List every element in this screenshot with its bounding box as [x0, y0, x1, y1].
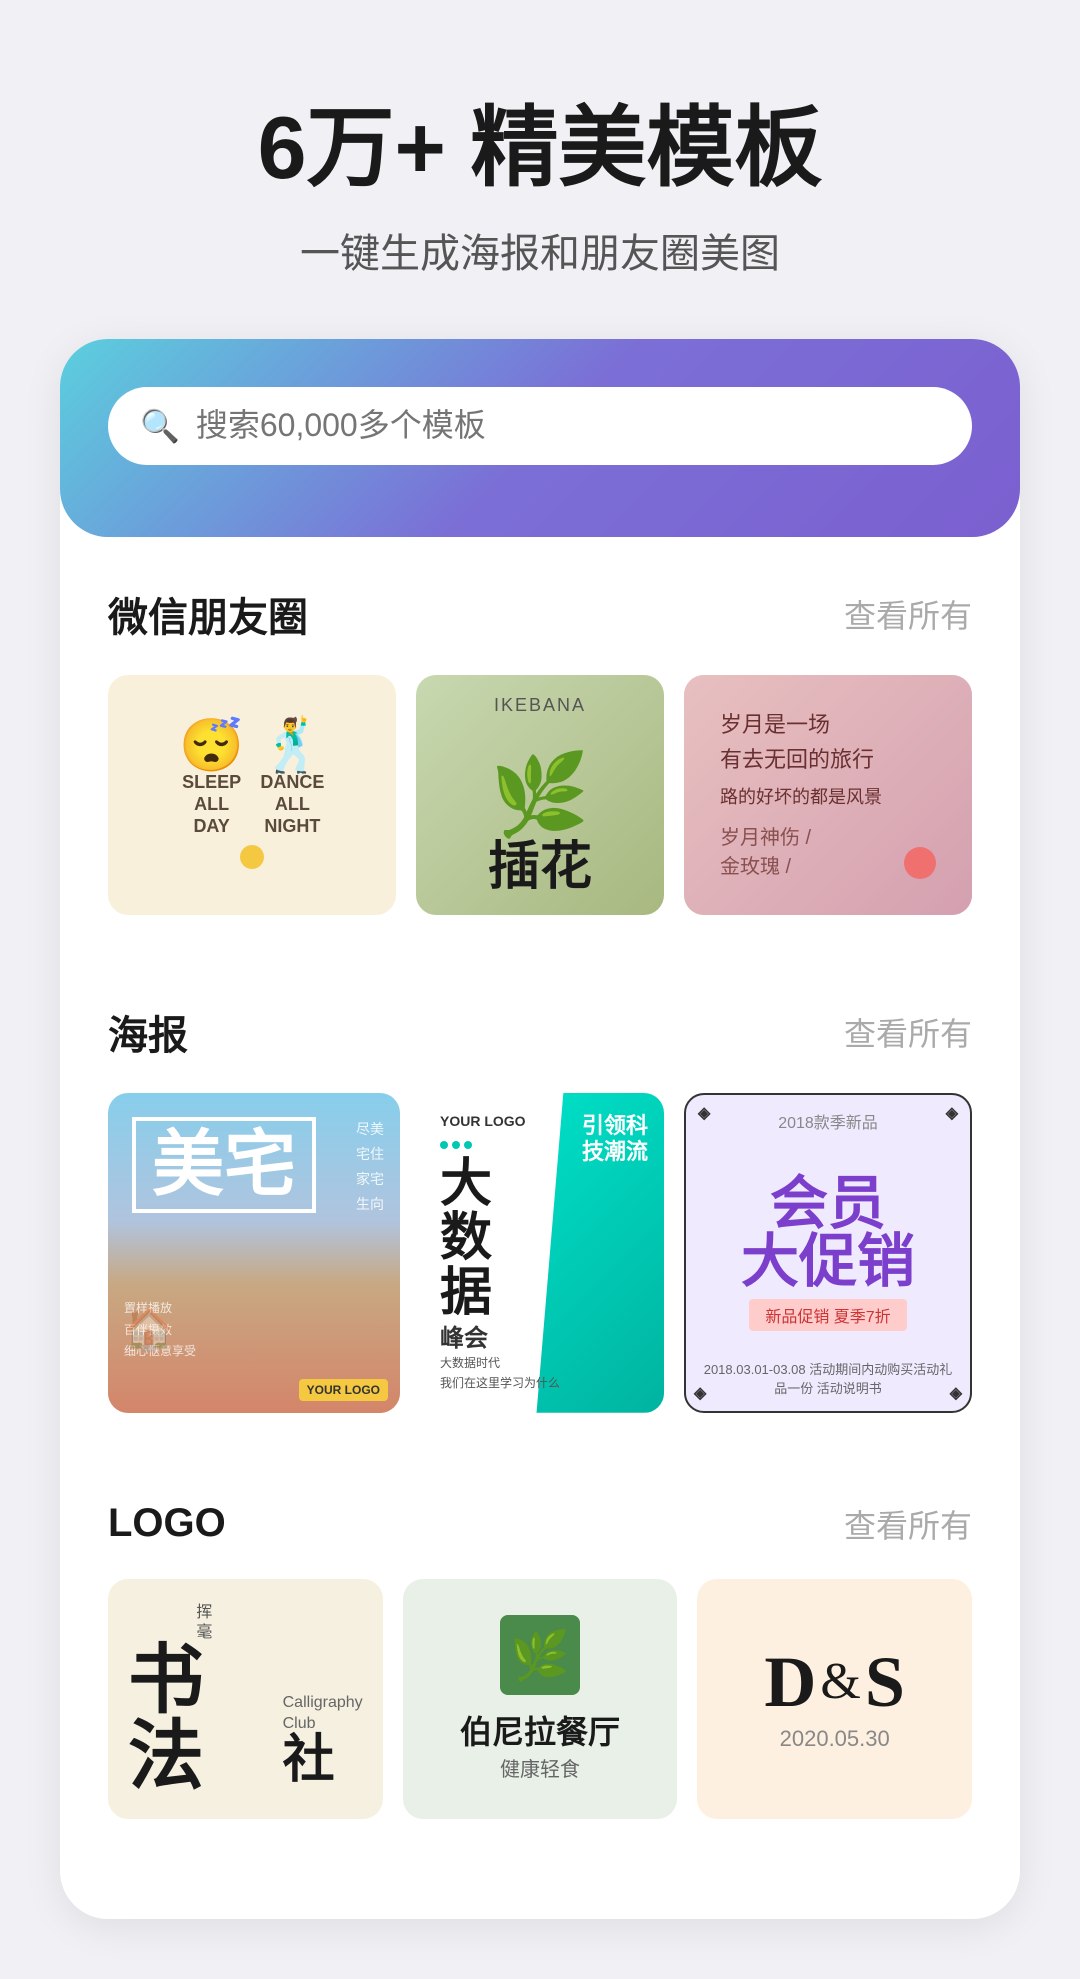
header-section: 6万+ 精美模板 一键生成海报和朋友圈美图: [0, 0, 1080, 339]
monogram-letter2: S: [865, 1646, 905, 1718]
logo-cards-row: 挥毫 书法 Calligraphy Club 社 🌿 伯尼拉餐厅: [108, 1579, 972, 1819]
poem-tag: 岁月神伤 / 金玫瑰 /: [720, 821, 811, 879]
poster-card-meizhai[interactable]: 美宅 尽美宅住家宅生向 置样播放 百伴摄效 细心惬意享受 YOUR LOGO 🏠: [108, 1093, 400, 1413]
wechat-cards-row: 😴 SLEEPALLDAY 🕺 DANCEALLNIGHT IKEBANA 🌿 …: [108, 675, 972, 915]
logo-section-header: LOGO 查看所有: [108, 1501, 972, 1547]
poster-2-title: 大数据: [440, 1157, 644, 1321]
logo-card-calligraphy[interactable]: 挥毫 书法 Calligraphy Club 社: [108, 1579, 383, 1819]
search-input[interactable]: [196, 407, 940, 444]
logo-card-ds[interactable]: D & S 2020.05.30: [697, 1579, 972, 1819]
poster-section-header: 海报 查看所有: [108, 1003, 972, 1061]
poster-3-title: 会员 大促销: [741, 1175, 915, 1291]
search-bar[interactable]: 🔍: [108, 387, 972, 465]
calligraphy-cn-side: 挥毫: [189, 1603, 213, 1643]
monogram-letter1: D: [764, 1646, 816, 1718]
ikebana-cn-text: 插花: [416, 824, 664, 899]
poster-1-logo-badge: YOUR LOGO: [299, 1379, 388, 1401]
calligraphy-cn-main: 书法: [128, 1643, 275, 1795]
wechat-section: 微信朋友圈 查看所有 😴 SLEEPALLDAY 🕺 DANCEALLNIGHT: [60, 537, 1020, 915]
poster-2-event: 峰会: [440, 1325, 644, 1354]
header-subtitle: 一键生成海报和朋友圈美图: [60, 221, 1020, 279]
monogram-row: D & S: [764, 1646, 905, 1718]
wechat-card-ikebana[interactable]: IKEBANA 🌿 插花: [416, 675, 664, 915]
orange-dot: [904, 847, 936, 879]
poster-section-title: 海报: [108, 1003, 188, 1061]
poster-2-right-text: 引领科技潮流: [582, 1113, 648, 1166]
poster-section: 海报 查看所有 美宅 尽美宅住家宅生向 置样播放 百伴摄效 细心惬意享受 YOU…: [60, 955, 1020, 1413]
logo-section-title: LOGO: [108, 1501, 226, 1546]
sleep-text: SLEEPALLDAY: [182, 772, 241, 837]
wechat-card-sleep-dance[interactable]: 😴 SLEEPALLDAY 🕺 DANCEALLNIGHT: [108, 675, 396, 915]
poster-3-sub: 新品促销 夏季7折: [749, 1299, 906, 1331]
poster-1-title: 美宅: [132, 1117, 316, 1213]
dance-emoji: 🕺: [260, 720, 325, 772]
poster-3-year: 2018款季新品: [686, 1109, 970, 1133]
poem-text: 岁月是一场 有去无回的旅行 路的好坏的都是风景: [720, 707, 936, 813]
poster-view-all-link[interactable]: 查看所有: [844, 1009, 972, 1055]
poster-card-member[interactable]: ◈ ◈ 2018款季新品 会员 大促销 新品促销 夏季7折 2018.03.01…: [684, 1093, 972, 1413]
wechat-section-header: 微信朋友圈 查看所有: [108, 585, 972, 643]
logo-section: LOGO 查看所有 挥毫 书法 Calligraphy Club 社: [60, 1453, 1020, 1819]
dance-text: DANCEALLNIGHT: [260, 772, 324, 837]
poster-card-bigdata[interactable]: YOUR LOGO 大数据 峰会 大数据时代我们在这里学习为什么 引领科技潮流: [420, 1093, 664, 1413]
restaurant-name: 伯尼拉餐厅: [460, 1707, 620, 1753]
wechat-card-poem[interactable]: 岁月是一场 有去无回的旅行 路的好坏的都是风景 岁月神伤 / 金玫瑰 /: [684, 675, 972, 915]
wechat-view-all-link[interactable]: 查看所有: [844, 591, 972, 637]
wechat-section-title: 微信朋友圈: [108, 585, 308, 643]
ikebana-en-text: IKEBANA: [416, 695, 664, 716]
calligraphy-en: Calligraphy Club: [283, 1693, 363, 1735]
sleep-emoji: 😴: [179, 720, 244, 772]
restaurant-icon: 🌿: [500, 1615, 580, 1695]
app-card: 🔍 微信朋友圈 查看所有 😴 SLEEPALLDAY 🕺 DANCEALLNIG…: [60, 339, 1020, 1919]
poster-cards-row: 美宅 尽美宅住家宅生向 置样播放 百伴摄效 细心惬意享受 YOUR LOGO 🏠…: [108, 1093, 972, 1413]
poster-2-detail: 大数据时代我们在这里学习为什么: [440, 1354, 644, 1392]
logo-view-all-link[interactable]: 查看所有: [844, 1501, 972, 1547]
logo-card-restaurant[interactable]: 🌿 伯尼拉餐厅 健康轻食: [403, 1579, 678, 1819]
header-title: 6万+ 精美模板: [60, 100, 1020, 197]
house-icon: 🏠: [124, 1306, 174, 1353]
yellow-dot: [240, 845, 264, 869]
poster-3-bottom-deco: ◈ ◈: [694, 1383, 962, 1403]
monogram-date: 2020.05.30: [780, 1726, 890, 1752]
monogram-ampersand: &: [820, 1656, 860, 1708]
poster-1-sub: 尽美宅住家宅生向: [356, 1117, 384, 1218]
search-icon: 🔍: [140, 407, 180, 445]
calligraphy-cn-bottom: 社: [283, 1735, 335, 1787]
search-header: 🔍: [60, 339, 1020, 537]
restaurant-sub: 健康轻食: [500, 1753, 580, 1782]
